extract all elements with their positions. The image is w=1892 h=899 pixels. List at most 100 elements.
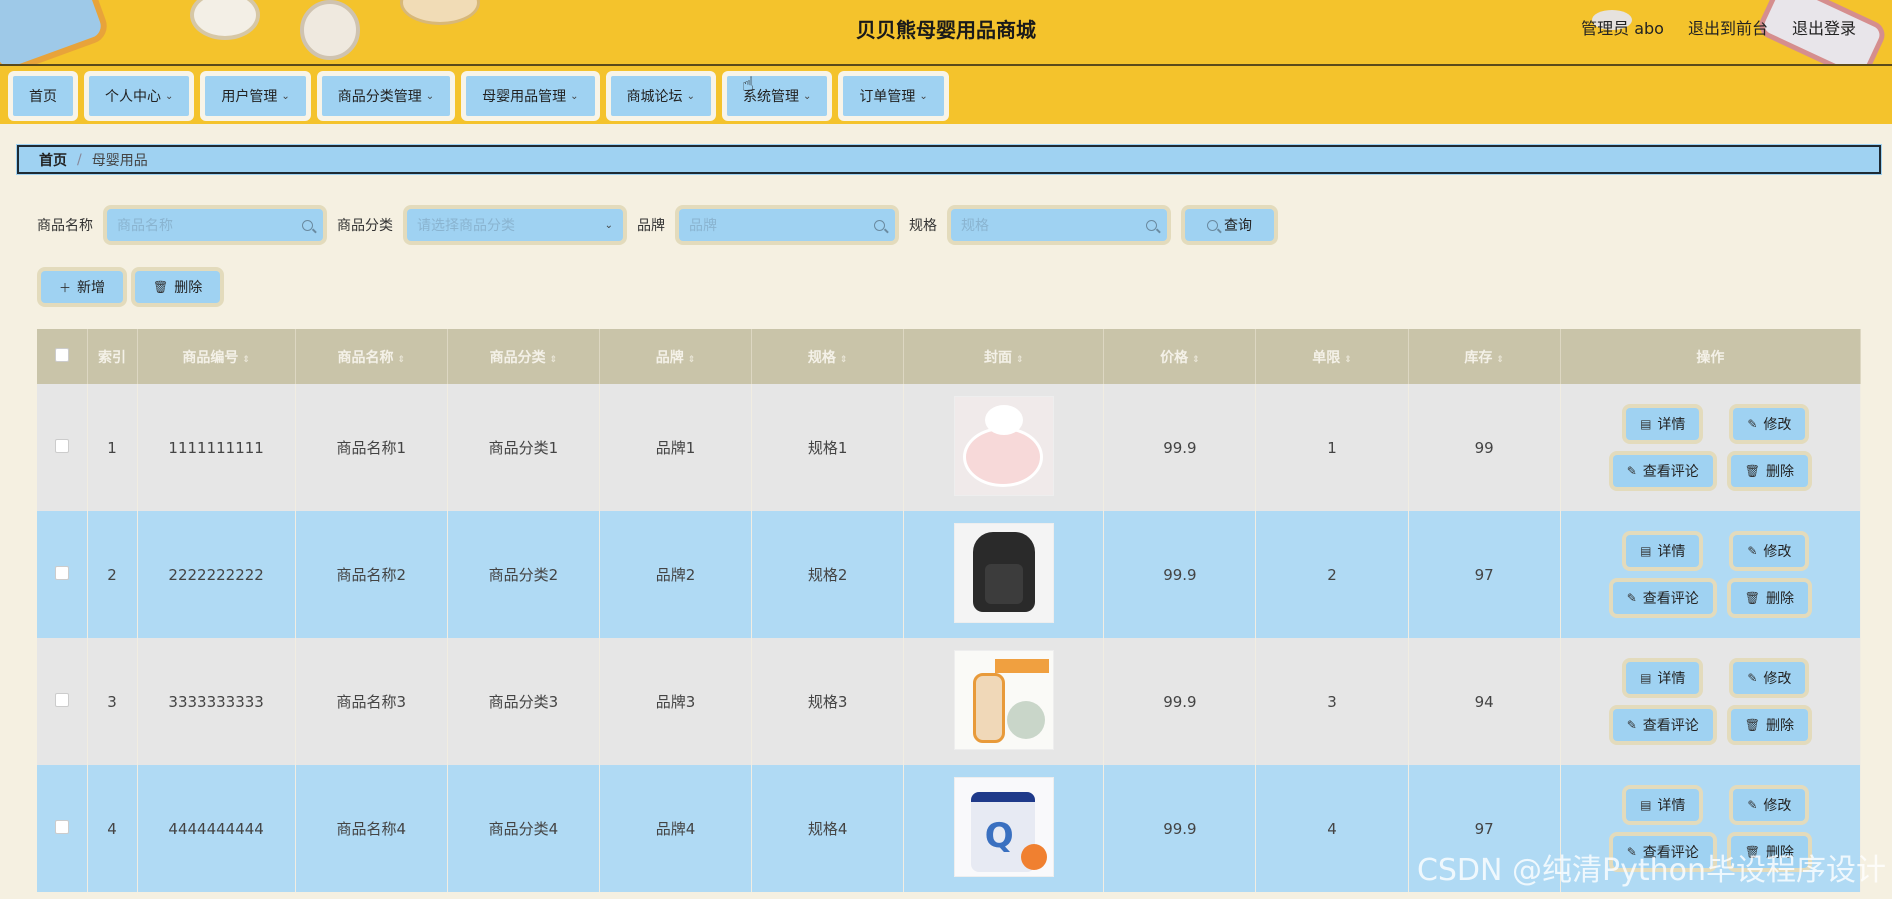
col-code[interactable]: 商品编号 ⇕ (137, 329, 296, 384)
sort-icon: ⇕ (1192, 354, 1200, 365)
select-all-checkbox[interactable] (54, 347, 69, 362)
search-icon (1146, 219, 1157, 231)
nav-product-management[interactable]: 母婴用品管理 ⌄ (461, 71, 600, 121)
col-cover[interactable]: 封面 ⇕ (903, 329, 1105, 384)
table-row: 3 3333333333 商品名称3 商品分类3 品牌3 规格3 99.9 3 … (37, 638, 1862, 765)
cell-code: 3333333333 (137, 638, 296, 765)
row-checkbox[interactable] (54, 819, 69, 834)
batch-delete-button[interactable]: 🗑 删除 (131, 267, 225, 307)
breadcrumb-home[interactable]: 首页 (39, 150, 67, 170)
cell-code: 1111111111 (137, 384, 296, 511)
cell-spec: 规格4 (751, 765, 905, 892)
nav-user-management[interactable]: 用户管理 ⌄ (200, 71, 311, 121)
cell-stock: 99 (1408, 384, 1561, 511)
nav-category-management[interactable]: 商品分类管理 ⌄ (316, 71, 456, 121)
brand-input[interactable]: 品牌 (675, 205, 899, 245)
query-button[interactable]: 查询 (1181, 205, 1278, 245)
breadcrumb-separator: / (77, 151, 82, 168)
sort-icon: ⇕ (397, 354, 406, 365)
watermark: CSDN @纯清Python毕设程序设计 (1416, 853, 1886, 888)
pencil-icon: ✎ (1626, 591, 1637, 605)
cell-code: 2222222222 (137, 511, 296, 638)
col-limit[interactable]: 单限 ⇕ (1255, 329, 1409, 384)
detail-button[interactable]: ▤ 详情 (1622, 658, 1704, 698)
nav-forum[interactable]: 商城论坛 ⌄ (605, 71, 716, 121)
detail-button[interactable]: ▤ 详情 (1622, 531, 1704, 571)
header: 贝贝熊母婴用品商城 管理员 abo 退出到前台 退出登录 (0, 0, 1892, 66)
nav-home[interactable]: 首页 (8, 71, 78, 121)
delete-button[interactable]: 🗑 删除 (1726, 705, 1812, 745)
delete-button[interactable]: 🗑 删除 (1726, 578, 1812, 618)
view-comments-button[interactable]: ✎ 查看评论 (1608, 451, 1717, 491)
trash-icon: 🗑 (1744, 464, 1760, 478)
pencil-icon: ✎ (1747, 798, 1758, 812)
edit-button[interactable]: ✎ 修改 (1729, 785, 1810, 825)
cell-price: 99.9 (1103, 765, 1257, 892)
view-comments-button[interactable]: ✎ 查看评论 (1608, 578, 1717, 618)
pencil-icon: ✎ (1626, 718, 1637, 732)
chevron-down-icon: ⌄ (604, 219, 613, 231)
nav-personal-center[interactable]: 个人中心 ⌄ (84, 71, 195, 121)
category-label: 商品分类 (337, 218, 393, 234)
sort-icon: ⇕ (1496, 354, 1504, 365)
product-cover-image (953, 522, 1054, 623)
chevron-down-icon: ⌄ (281, 90, 290, 102)
spec-input[interactable]: 规格 (947, 205, 1171, 245)
edit-button[interactable]: ✎ 修改 (1729, 658, 1810, 698)
add-button[interactable]: ＋新增 (37, 267, 128, 307)
chevron-down-icon: ⌄ (425, 90, 435, 102)
pencil-icon: ✎ (1747, 544, 1758, 558)
sort-icon: ⇕ (839, 354, 848, 365)
brand-label: 品牌 (637, 218, 665, 234)
chevron-down-icon: ⌄ (686, 90, 695, 102)
cell-index: 2 (87, 511, 138, 638)
cell-index: 3 (87, 638, 138, 765)
pencil-icon: ✎ (1747, 417, 1758, 431)
col-stock[interactable]: 库存 ⇕ (1408, 329, 1561, 384)
trash-icon: 🗑 (1744, 718, 1760, 732)
cell-category: 商品分类3 (447, 638, 600, 765)
cell-name: 商品名称3 (295, 638, 448, 765)
cell-brand: 品牌2 (599, 511, 753, 638)
delete-button[interactable]: 🗑 删除 (1726, 451, 1812, 491)
cell-brand: 品牌4 (599, 765, 753, 892)
detail-button[interactable]: ▤ 详情 (1622, 404, 1704, 444)
col-category[interactable]: 商品分类 ⇕ (447, 329, 600, 384)
col-brand[interactable]: 品牌 ⇕ (599, 329, 753, 384)
row-checkbox[interactable] (54, 692, 69, 707)
row-checkbox[interactable] (54, 438, 69, 453)
nav-order-management[interactable]: 订单管理 ⌄ (838, 71, 949, 121)
top-links: 管理员 abo 退出到前台 退出登录 (1581, 15, 1856, 39)
col-name[interactable]: 商品名称 ⇕ (295, 329, 448, 384)
row-checkbox[interactable] (54, 565, 69, 580)
cell-name: 商品名称2 (295, 511, 448, 638)
chevron-down-icon: ⌄ (802, 90, 812, 102)
sort-icon: ⇕ (549, 354, 558, 365)
col-price[interactable]: 价格 ⇕ (1103, 329, 1257, 384)
back-to-frontend-link[interactable]: 退出到前台 (1688, 15, 1768, 39)
cell-brand: 品牌1 (599, 384, 753, 511)
cell-stock: 94 (1408, 638, 1561, 765)
product-name-input[interactable]: 商品名称 (103, 205, 327, 245)
product-table: 索引 商品编号 ⇕ 商品名称 ⇕ 商品分类 ⇕ 品牌 ⇕ 规格 ⇕ 封面 ⇕ 价格 ⇕ 单限 ⇕… (37, 329, 1862, 892)
main-nav: 首页 个人中心 ⌄ 用户管理 ⌄ 商品分类管理 ⌄ 母婴用品管理 ⌄ 商城论坛 ⌄ 系统管… (0, 66, 1892, 124)
edit-button[interactable]: ✎ 修改 (1729, 531, 1810, 571)
col-spec[interactable]: 规格 ⇕ (751, 329, 905, 384)
cell-name: 商品名称4 (295, 765, 448, 892)
document-icon: ▤ (1640, 798, 1652, 812)
select-all-header (37, 329, 88, 384)
edit-button[interactable]: ✎ 修改 (1729, 404, 1810, 444)
cell-stock: 97 (1408, 511, 1561, 638)
detail-button[interactable]: ▤ 详情 (1622, 785, 1704, 825)
admin-user-link[interactable]: 管理员 abo (1581, 15, 1664, 39)
sort-icon: ⇕ (1015, 354, 1024, 365)
nav-system-management[interactable]: 系统管理 ⌄ (721, 71, 833, 121)
logout-link[interactable]: 退出登录 (1792, 15, 1856, 39)
category-select[interactable]: 请选择商品分类 ⌄ (403, 205, 627, 245)
cell-limit: 4 (1255, 765, 1409, 892)
plus-icon: ＋ (59, 280, 72, 295)
pointer-cursor-icon: ☝ (742, 72, 755, 96)
search-icon (302, 219, 313, 231)
cell-price: 99.9 (1103, 511, 1257, 638)
view-comments-button[interactable]: ✎ 查看评论 (1608, 705, 1717, 745)
